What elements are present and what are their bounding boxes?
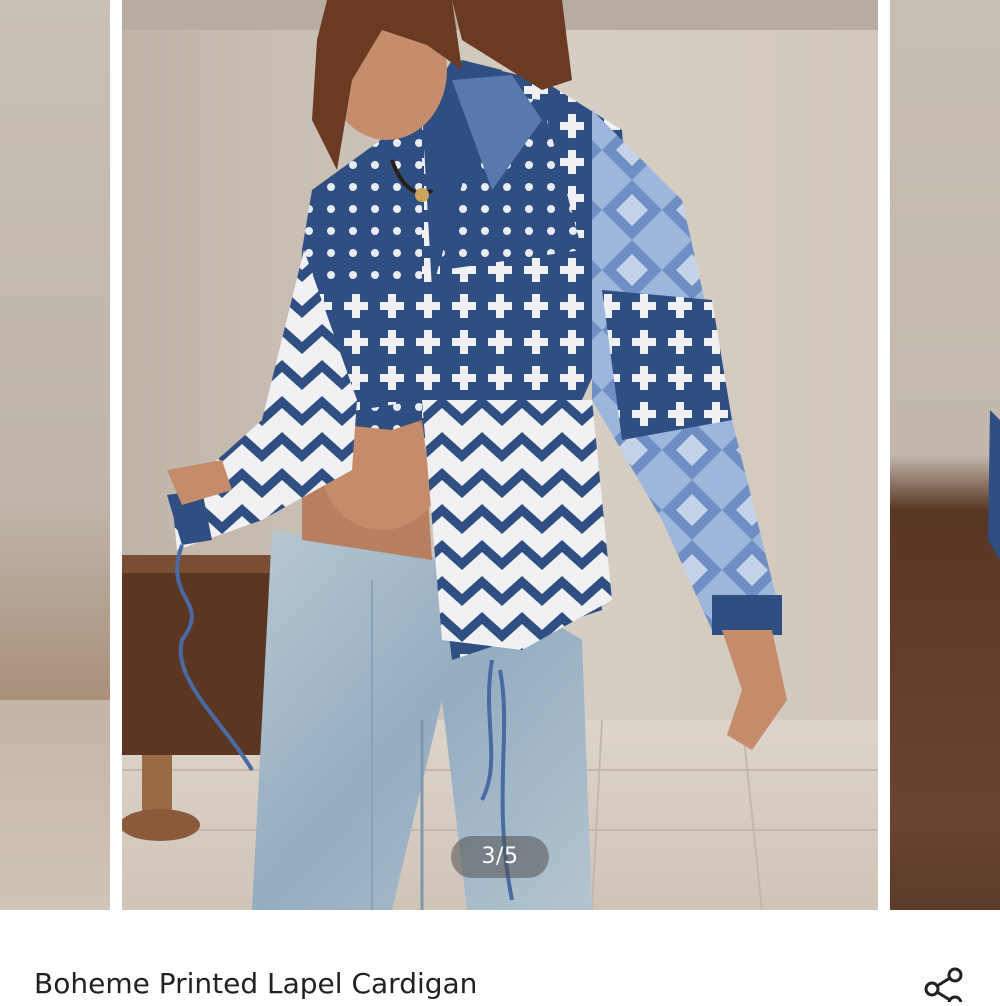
model-photo bbox=[122, 0, 878, 910]
next-image-graphic bbox=[988, 410, 1000, 560]
previous-image-graphic bbox=[0, 700, 110, 910]
share-icon bbox=[924, 967, 963, 1006]
current-product-image[interactable] bbox=[122, 0, 878, 910]
product-title: Boheme Printed Lapel Cardigan bbox=[34, 967, 478, 1000]
image-pager-indicator: 3/5 bbox=[451, 836, 549, 878]
product-image-carousel[interactable]: 3/5 bbox=[0, 0, 1000, 910]
share-button[interactable] bbox=[918, 962, 968, 1006]
previous-product-image[interactable] bbox=[0, 0, 110, 910]
next-product-image[interactable] bbox=[890, 0, 1000, 910]
